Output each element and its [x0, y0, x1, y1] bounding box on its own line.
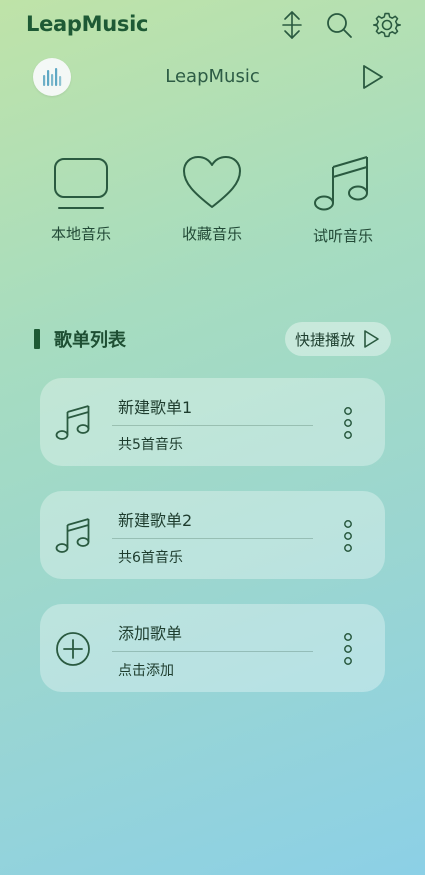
category-label: 收藏音乐 — [181, 225, 242, 243]
more-vertical-icon[interactable] — [341, 519, 355, 553]
music-note-icon — [314, 156, 368, 211]
play-icon — [364, 330, 379, 348]
sort-icon[interactable] — [277, 10, 307, 40]
category-local-music[interactable]: 本地音乐 — [21, 155, 141, 244]
more-vertical-icon[interactable] — [341, 632, 355, 666]
quick-play-button[interactable]: 快捷播放 — [285, 322, 391, 356]
playlist-subtitle: 点击添加 — [118, 663, 174, 679]
add-playlist-card[interactable]: 添加歌单 点击添加 — [40, 604, 385, 692]
playlist-card[interactable]: 新建歌单1 共5首音乐 — [40, 378, 385, 466]
category-label: 本地音乐 — [50, 225, 111, 243]
search-icon[interactable] — [324, 10, 354, 40]
play-icon[interactable] — [358, 62, 386, 92]
monitor-icon — [54, 158, 108, 209]
category-label: 试听音乐 — [312, 227, 373, 245]
section-marker — [34, 329, 40, 349]
divider — [112, 425, 313, 426]
playlist-title: 添加歌单 — [118, 624, 183, 643]
add-circle-icon — [56, 632, 90, 666]
more-vertical-icon[interactable] — [341, 406, 355, 440]
divider — [112, 651, 313, 652]
playlist-subtitle: 共6首音乐 — [118, 550, 183, 566]
settings-gear-icon[interactable] — [372, 10, 402, 40]
music-note-icon — [55, 518, 90, 553]
playlist-title: 新建歌单1 — [118, 398, 193, 417]
divider — [112, 538, 313, 539]
playlist-title: 新建歌单2 — [118, 511, 193, 530]
category-favorite-music[interactable]: 收藏音乐 — [152, 155, 272, 244]
app-title: LeapMusic — [26, 12, 149, 36]
heart-icon — [183, 156, 241, 208]
quick-play-label: 快捷播放 — [295, 330, 356, 349]
playlist-card[interactable]: 新建歌单2 共6首音乐 — [40, 491, 385, 579]
music-note-icon — [55, 405, 90, 440]
category-trial-music[interactable]: 试听音乐 — [283, 155, 403, 246]
playlist-subtitle: 共5首音乐 — [118, 437, 183, 453]
section-title: 歌单列表 — [54, 330, 126, 351]
